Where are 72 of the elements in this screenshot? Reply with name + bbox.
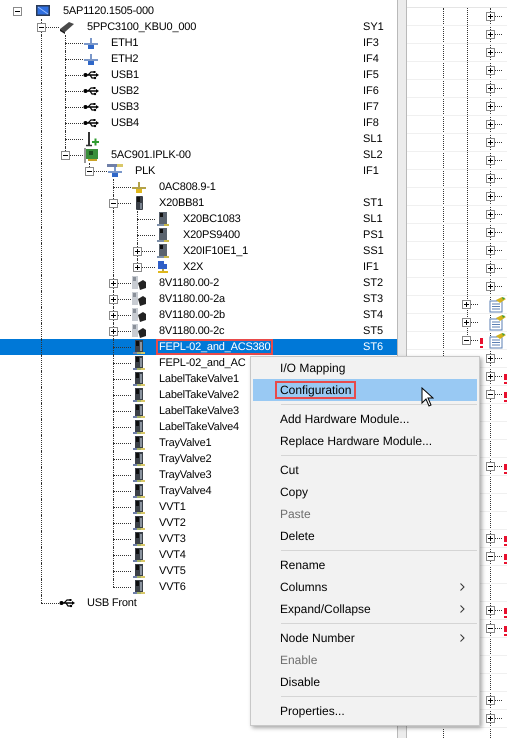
node-label: LabelTakeValve2 [158, 388, 240, 403]
position-cell-text: IF1 [363, 165, 380, 177]
menu-item-label: Replace Hardware Module... [279, 433, 434, 450]
node-label: TrayValve3 [158, 468, 212, 483]
position-cell-text: ST1 [363, 197, 384, 209]
node-label: 8V1180.00-2 [158, 276, 220, 291]
node-label: USB1 [110, 68, 140, 83]
position-cell-text: IF4 [363, 53, 380, 65]
node-label: TrayValve4 [158, 484, 212, 499]
node-label: 5AC901.IPLK-00 [110, 148, 192, 163]
position-cell-text: ST4 [363, 309, 384, 321]
position-cell-text: SL1 [363, 213, 384, 225]
position-cell-text: PS1 [363, 229, 385, 241]
node-label: 8V1180.00-2a [158, 292, 226, 307]
position-cell-text: IF7 [363, 101, 380, 113]
position-cell-text: IF6 [363, 85, 380, 97]
position-cell-text: SY1 [363, 21, 385, 33]
menu-item-label: Copy [279, 484, 310, 501]
node-label: 8V1180.00-2c [158, 324, 226, 339]
node-label: VVT3 [158, 532, 187, 547]
node-label: X20BB81 [158, 196, 206, 211]
node-label: TrayValve2 [158, 452, 212, 467]
menu-item-label: Cut [279, 462, 300, 479]
node-label: X20BC1083 [182, 212, 242, 227]
node-label: LabelTakeValve3 [158, 404, 240, 419]
menu-item-label: Node Number [279, 630, 356, 647]
position-cell-text: ST3 [363, 293, 384, 305]
menu-item-label: Paste [279, 506, 312, 523]
position-cell-text: IF1 [363, 261, 380, 273]
node-label: VVT1 [158, 500, 187, 515]
node-label: LabelTakeValve1 [158, 372, 240, 387]
node-label: VVT2 [158, 516, 187, 531]
position-cell-text: SL1 [363, 133, 384, 145]
node-label: 5AP1120.1505-000 [62, 4, 155, 19]
node-label: LabelTakeValve4 [158, 420, 240, 435]
menu-item-label: Columns [279, 579, 328, 596]
node-label: VVT4 [158, 548, 187, 563]
position-cell-text: IF8 [363, 117, 380, 129]
menu-item-label: Add Hardware Module... [279, 411, 410, 428]
node-label: PLK [134, 164, 156, 179]
position-cell-text: IF5 [363, 69, 380, 81]
node-label: VVT5 [158, 564, 187, 579]
node-label: 0AC808.9-1 [158, 180, 217, 195]
position-cell-text: SS1 [363, 245, 385, 257]
node-label: X20PS9400 [182, 228, 241, 243]
node-label: FEPL-02_and_AC [158, 356, 246, 371]
node-label: X20IF10E1_1 [182, 244, 250, 259]
node-label: 8V1180.00-2b [158, 308, 226, 323]
position-cell-text: IF3 [363, 37, 380, 49]
position-cell-text: ST6 [363, 341, 384, 353]
node-label: ETH2 [110, 52, 140, 67]
position-cell-text: ST5 [363, 325, 384, 337]
node-label: USB Front [86, 596, 138, 611]
position-cell-text: SL2 [363, 149, 384, 161]
node-label: USB2 [110, 84, 140, 99]
menu-item-label: Properties... [279, 703, 346, 720]
node-label: TrayValve1 [158, 436, 212, 451]
node-label: FEPL-02_and_ACS380 [156, 339, 274, 355]
node-label: X2X [182, 260, 204, 275]
position-cell-text: ST2 [363, 277, 384, 289]
node-label: ETH1 [110, 36, 140, 51]
node-label: 5PPC3100_KBU0_000 [86, 20, 198, 35]
node-label: USB3 [110, 100, 140, 115]
menu-item-label: Expand/Collapse [279, 601, 372, 618]
menu-item-label: Delete [279, 528, 316, 545]
menu-item-label: I/O Mapping [279, 360, 346, 377]
menu-item-label: Configuration [275, 381, 356, 399]
menu-item-label: Rename [279, 557, 326, 574]
menu-item-label: Enable [279, 652, 318, 669]
node-label: USB4 [110, 116, 140, 131]
node-label: VVT6 [158, 580, 187, 595]
menu-item-label: Disable [279, 674, 322, 691]
